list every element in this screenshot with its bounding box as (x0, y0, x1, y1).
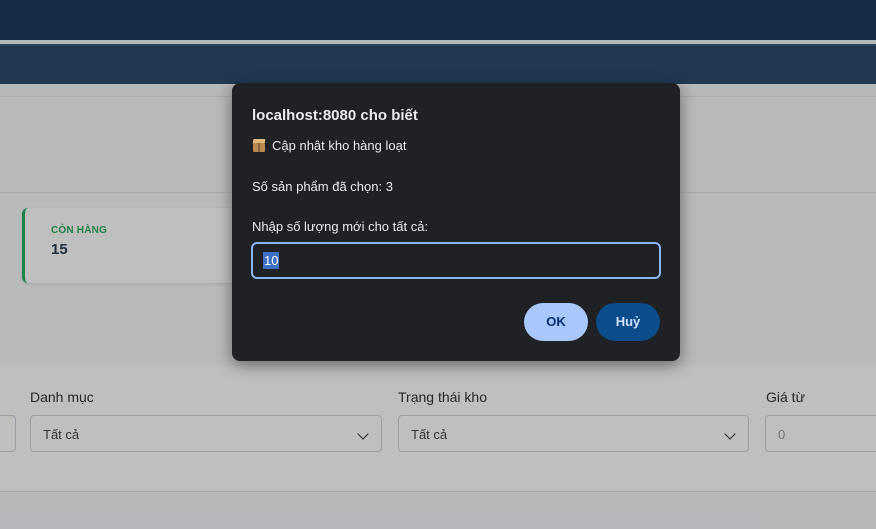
dialog-prompt: Nhập số lượng mới cho tất cả: (252, 219, 429, 234)
selected-count-text: Số sản phẩm đã chọn: 3 (252, 179, 393, 194)
cancel-button[interactable]: Huỷ (596, 303, 660, 341)
package-icon (252, 139, 266, 152)
ok-button[interactable]: OK (524, 303, 588, 341)
dialog-heading-text: Cập nhật kho hàng loạt (272, 138, 407, 153)
quantity-input-value: 10 (263, 252, 280, 269)
dialog-heading: Cập nhật kho hàng loạt (252, 138, 406, 153)
dialog-title: localhost:8080 cho biết (252, 107, 418, 124)
quantity-input[interactable]: 10 (251, 242, 661, 279)
prompt-dialog: localhost:8080 cho biết Cập nhật kho hàn… (232, 83, 680, 361)
